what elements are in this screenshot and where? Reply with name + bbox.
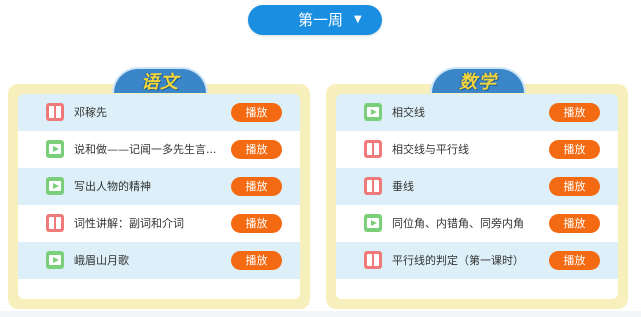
lesson-list: 邓稼先 播放 说和做——记闻一多先生言... 播放 写出人物的精神 播放 词性讲… xyxy=(18,94,300,299)
lesson-list: 相交线 播放 相交线与平行线 播放 垂线 播放 同位角、内错角、同旁内角 播放 … xyxy=(336,94,618,299)
lesson-title: 相交线与平行线 xyxy=(392,143,469,156)
play-button[interactable]: 播放 xyxy=(231,177,282,196)
play-button[interactable]: 播放 xyxy=(549,103,600,122)
week-selector-label: 第一周 xyxy=(298,11,344,29)
subject-badge: 语文 xyxy=(112,67,208,93)
lesson-title: 峨眉山月歌 xyxy=(74,254,129,267)
subject-panel-math: 数学 相交线 播放 相交线与平行线 播放 垂线 播放 同位角、内错角、同旁内角 … xyxy=(326,67,628,309)
lesson-row: 说和做——记闻一多先生言... 播放 xyxy=(18,131,300,168)
lesson-row: 词性讲解：副词和介词 播放 xyxy=(18,205,300,242)
lesson-title: 相交线 xyxy=(392,106,425,119)
lesson-title: 邓稼先 xyxy=(74,106,107,119)
subject-title: 数学 xyxy=(459,72,497,93)
lesson-row: 平行线的判定（第一课时） 播放 xyxy=(336,242,618,279)
lesson-title: 平行线的判定（第一课时） xyxy=(392,254,524,267)
lesson-row: 垂线 播放 xyxy=(336,168,618,205)
lesson-title: 写出人物的精神 xyxy=(74,180,151,193)
play-button[interactable]: 播放 xyxy=(231,140,282,159)
play-button[interactable]: 播放 xyxy=(549,251,600,270)
book-icon xyxy=(364,251,382,269)
lesson-row: 同位角、内错角、同旁内角 播放 xyxy=(336,205,618,242)
lesson-title: 说和做——记闻一多先生言... xyxy=(74,143,217,156)
play-button[interactable]: 播放 xyxy=(549,140,600,159)
lesson-row: 相交线与平行线 播放 xyxy=(336,131,618,168)
play-button[interactable]: 播放 xyxy=(231,251,282,270)
lesson-row: 邓稼先 播放 xyxy=(18,94,300,131)
lesson-row: 写出人物的精神 播放 xyxy=(18,168,300,205)
video-icon xyxy=(46,177,64,195)
lesson-title: 词性讲解：副词和介词 xyxy=(74,217,184,230)
book-icon xyxy=(364,140,382,158)
play-button[interactable]: 播放 xyxy=(549,214,600,233)
week-selector[interactable]: 第一周 ▼ xyxy=(248,5,382,35)
book-icon xyxy=(46,103,64,121)
book-icon xyxy=(364,177,382,195)
subject-panel-chinese: 语文 邓稼先 播放 说和做——记闻一多先生言... 播放 写出人物的精神 播放 … xyxy=(8,67,310,309)
video-icon xyxy=(364,214,382,232)
chevron-down-icon: ▼ xyxy=(354,14,362,25)
play-button[interactable]: 播放 xyxy=(231,214,282,233)
lesson-title: 垂线 xyxy=(392,180,414,193)
lesson-row: 相交线 播放 xyxy=(336,94,618,131)
lesson-row: 峨眉山月歌 播放 xyxy=(18,242,300,279)
subject-badge: 数学 xyxy=(430,67,526,93)
video-icon xyxy=(46,251,64,269)
page-bottom-divider xyxy=(0,311,641,317)
lesson-title: 同位角、内错角、同旁内角 xyxy=(392,217,524,230)
play-button[interactable]: 播放 xyxy=(549,177,600,196)
video-icon xyxy=(364,103,382,121)
book-icon xyxy=(46,214,64,232)
video-icon xyxy=(46,140,64,158)
play-button[interactable]: 播放 xyxy=(231,103,282,122)
subject-title: 语文 xyxy=(141,72,179,93)
